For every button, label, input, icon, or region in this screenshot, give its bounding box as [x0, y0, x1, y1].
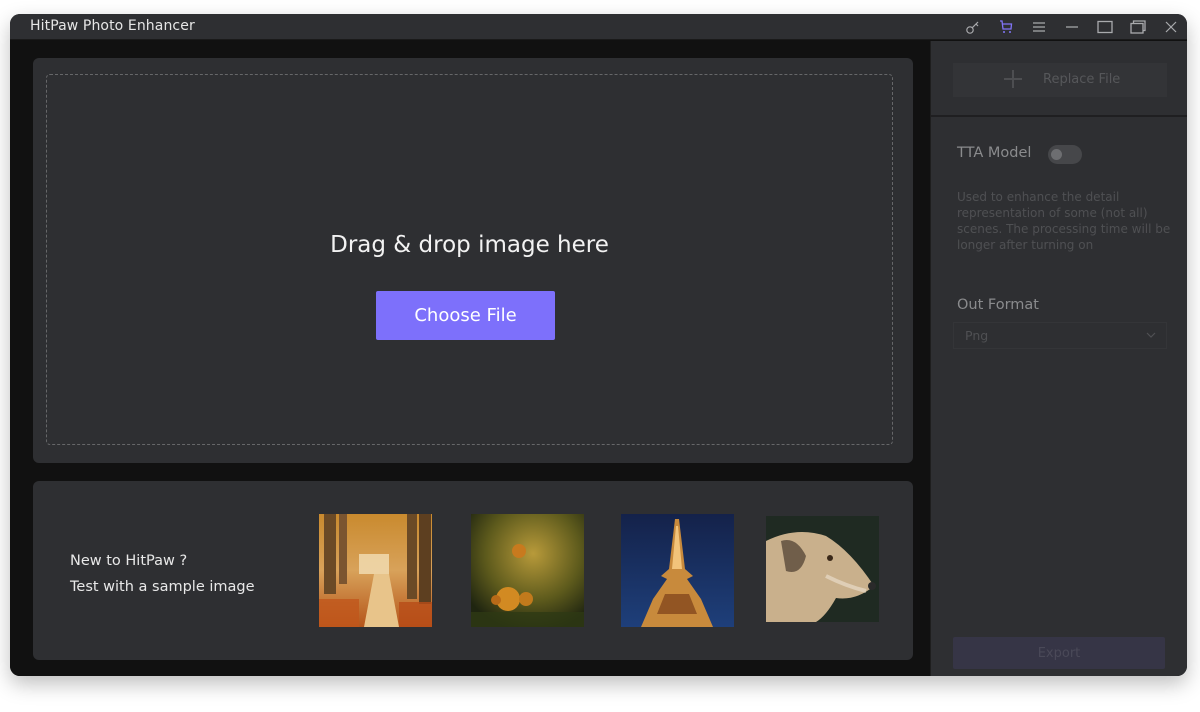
sample-prompt: New to HitPaw ? Test with a sample image — [70, 548, 255, 600]
export-button[interactable]: Export — [953, 637, 1165, 669]
sample-image-pumpkins-in-forest[interactable] — [471, 514, 584, 627]
minimize-icon[interactable] — [1055, 14, 1088, 40]
window-controls — [956, 14, 1187, 40]
tta-model-label: TTA Model — [957, 145, 1032, 161]
choose-file-button[interactable]: Choose File — [376, 291, 555, 340]
drop-panel: Drag & drop image here Choose File — [33, 58, 913, 463]
drop-zone[interactable]: Drag & drop image here Choose File — [46, 74, 893, 445]
sample-image-eiffel-tower-night[interactable] — [621, 514, 734, 627]
cart-icon[interactable] — [989, 14, 1022, 40]
sample-panel: New to HitPaw ? Test with a sample image — [33, 481, 913, 660]
restore-icon[interactable] — [1121, 14, 1154, 40]
close-icon[interactable] — [1154, 14, 1187, 40]
settings-sidebar: Replace File TTA Model Used to enhance t… — [930, 41, 1187, 676]
maximize-icon[interactable] — [1088, 14, 1121, 40]
replace-area: Replace File — [931, 41, 1187, 117]
menu-icon[interactable] — [1022, 14, 1055, 40]
chevron-down-icon — [1146, 332, 1156, 338]
plus-icon — [1004, 70, 1022, 88]
replace-file-label: Replace File — [1043, 72, 1121, 87]
app-title: HitPaw Photo Enhancer — [30, 18, 195, 34]
key-icon[interactable] — [956, 14, 989, 40]
app-window: HitPaw Photo Enhancer Drag & drop image … — [10, 14, 1187, 676]
title-bar: HitPaw Photo Enhancer — [10, 14, 1187, 40]
replace-file-button[interactable]: Replace File — [953, 63, 1167, 97]
out-format-select[interactable]: Png — [953, 322, 1167, 349]
sample-image-autumn-forest-path[interactable] — [319, 514, 432, 627]
sample-prompt-line2: Test with a sample image — [70, 579, 255, 595]
sample-image-dog-portrait[interactable] — [766, 516, 879, 622]
tta-model-description: Used to enhance the detail representatio… — [957, 190, 1171, 252]
drop-prompt: Drag & drop image here — [330, 232, 609, 258]
tta-model-toggle[interactable] — [1048, 145, 1082, 164]
out-format-label: Out Format — [957, 297, 1039, 313]
main-area: Drag & drop image here Choose File New t… — [10, 41, 930, 676]
sample-prompt-line1: New to HitPaw ? — [70, 553, 188, 569]
out-format-value: Png — [965, 328, 989, 343]
toggle-knob — [1051, 149, 1062, 160]
